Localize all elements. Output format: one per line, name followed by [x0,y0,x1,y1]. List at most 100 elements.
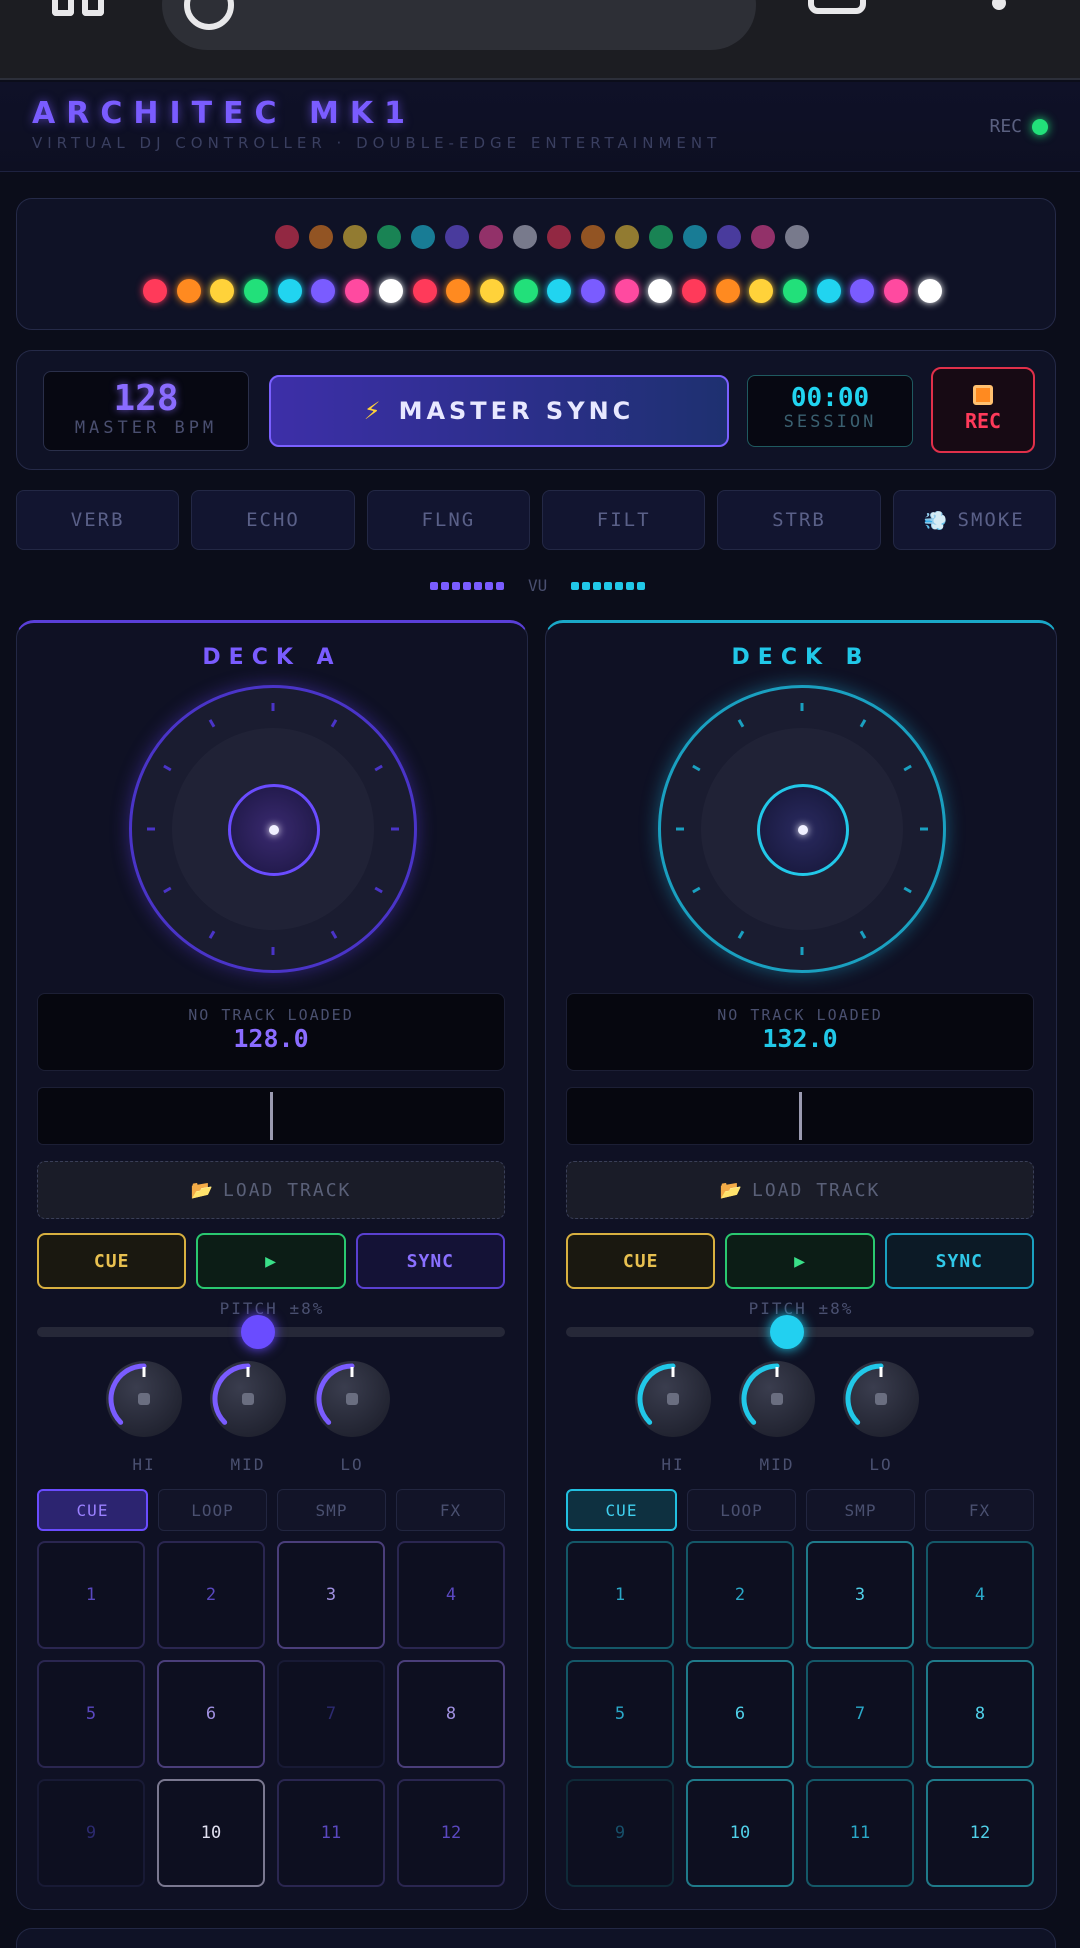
pitch-slider-thumb[interactable] [241,1315,275,1349]
stage-light [244,279,269,303]
eq-knob-lo[interactable]: LO [311,1361,393,1474]
pad[interactable]: 7 [277,1660,385,1768]
tab-fx[interactable]: FX [925,1489,1034,1531]
pad[interactable]: 1 [566,1541,674,1649]
stage-light [176,279,201,303]
pad[interactable]: 4 [926,1541,1034,1649]
home-icon[interactable] [52,0,108,16]
cue-button[interactable]: CUE [37,1233,187,1289]
eq-knob-lo[interactable]: LO [840,1361,922,1474]
pad[interactable]: 6 [686,1660,794,1768]
cue-button[interactable]: CUE [566,1233,716,1289]
fx-echo-button[interactable]: ECHO [191,490,355,550]
pad[interactable]: 9 [566,1779,674,1887]
track-name: NO TRACK LOADED [717,1006,883,1024]
stage-light [343,225,367,249]
pad[interactable]: 6 [157,1660,265,1768]
jog-tick [330,930,338,939]
pad[interactable]: 7 [806,1660,914,1768]
pad[interactable]: 10 [157,1779,265,1887]
jog-wheel[interactable] [129,685,417,973]
jog-wheel[interactable] [658,685,946,973]
address-bar[interactable] [162,0,756,50]
pad[interactable]: 5 [37,1660,145,1768]
record-icon [973,385,993,405]
pad[interactable]: 8 [397,1660,505,1768]
pad[interactable]: 11 [806,1779,914,1887]
vu-meter-right [571,581,646,590]
master-sync-button[interactable]: ⚡ MASTER SYNC [269,375,729,447]
play-button[interactable]: ▶ [196,1233,346,1289]
pad[interactable]: 12 [397,1779,505,1887]
fx-flanger-button[interactable]: FLNG [366,490,530,550]
spindle-icon [269,825,279,835]
fx-filter-button[interactable]: FILT [541,490,706,550]
pad[interactable]: 3 [806,1541,914,1649]
stage-light [785,225,809,249]
light-row-top [275,225,809,249]
stage-light [682,279,706,303]
app-subtitle: VIRTUAL DJ CONTROLLER · DOUBLE-EDGE ENTE… [32,134,722,152]
app-title: ARCHITEC MK1 [32,96,416,131]
overflow-menu-icon[interactable] [992,0,1006,10]
deck-a: DECK A NO TRACK LOADED 128.0 📂 LOAD TRAC… [16,620,528,1910]
waveform-display[interactable] [566,1087,1034,1145]
eq-label: MID [759,1455,795,1474]
tab-sample[interactable]: SMP [806,1489,915,1531]
folder-icon: 📂 [719,1179,745,1201]
tab-cue[interactable]: CUE [566,1489,677,1531]
stage-light [513,279,538,303]
fx-verb-button[interactable]: VERB [16,490,180,550]
folder-icon: 📂 [190,1179,216,1201]
stage-light [884,279,909,303]
pad[interactable]: 9 [37,1779,145,1887]
pad[interactable]: 8 [926,1660,1034,1768]
playhead [270,1092,273,1140]
light-bar-panel [16,198,1056,330]
tab-switcher-icon[interactable] [808,0,866,14]
sync-button[interactable]: SYNC [355,1233,505,1289]
stage-light [850,279,875,303]
jog-tick [692,764,701,772]
tab-loop[interactable]: LOOP [158,1489,267,1531]
pad[interactable]: 4 [397,1541,505,1649]
eq-knob-hi[interactable]: HI [632,1361,714,1474]
master-bpm-display: 128 MASTER BPM [43,371,249,451]
waveform-display[interactable] [37,1087,505,1145]
stage-light [649,225,673,249]
eq-knob-mid[interactable]: MID [207,1361,289,1474]
eq-label: HI [132,1455,156,1474]
sync-button[interactable]: SYNC [884,1233,1034,1289]
jog-tick [330,719,338,728]
pad[interactable]: 12 [926,1779,1034,1887]
pad[interactable]: 1 [37,1541,145,1649]
fx-strobe-button[interactable]: STRB [717,490,881,550]
transport-controls: CUE ▶ SYNC [566,1233,1034,1289]
tab-cue[interactable]: CUE [37,1489,148,1531]
record-button[interactable]: REC [931,367,1035,453]
tab-fx[interactable]: FX [396,1489,505,1531]
load-track-button[interactable]: 📂 LOAD TRACK [566,1161,1034,1219]
eq-knob-mid[interactable]: MID [736,1361,818,1474]
master-bpm-label: MASTER BPM [74,418,218,438]
tab-loop[interactable]: LOOP [687,1489,796,1531]
tab-sample[interactable]: SMP [277,1489,386,1531]
site-info-icon[interactable] [184,0,234,30]
play-button[interactable]: ▶ [725,1233,875,1289]
pad[interactable]: 5 [566,1660,674,1768]
pitch-slider-thumb[interactable] [770,1315,804,1349]
pad[interactable]: 2 [686,1541,794,1649]
eq-knob-hi[interactable]: HI [103,1361,185,1474]
pad[interactable]: 11 [277,1779,385,1887]
rec-indicator-label: REC [989,116,1022,137]
spindle-icon [798,825,808,835]
load-track-button[interactable]: 📂 LOAD TRACK [37,1161,505,1219]
fx-smoke-button[interactable]: 💨 SMOKE [892,490,1056,550]
stage-light [378,279,403,303]
pad[interactable]: 2 [157,1541,265,1649]
pad[interactable]: 10 [686,1779,794,1887]
fx-button-row: VERB ECHO FLNG FILT STRB 💨 SMOKE [16,490,1056,550]
stage-light [614,279,639,303]
jog-tick [208,930,216,939]
pad[interactable]: 3 [277,1541,385,1649]
